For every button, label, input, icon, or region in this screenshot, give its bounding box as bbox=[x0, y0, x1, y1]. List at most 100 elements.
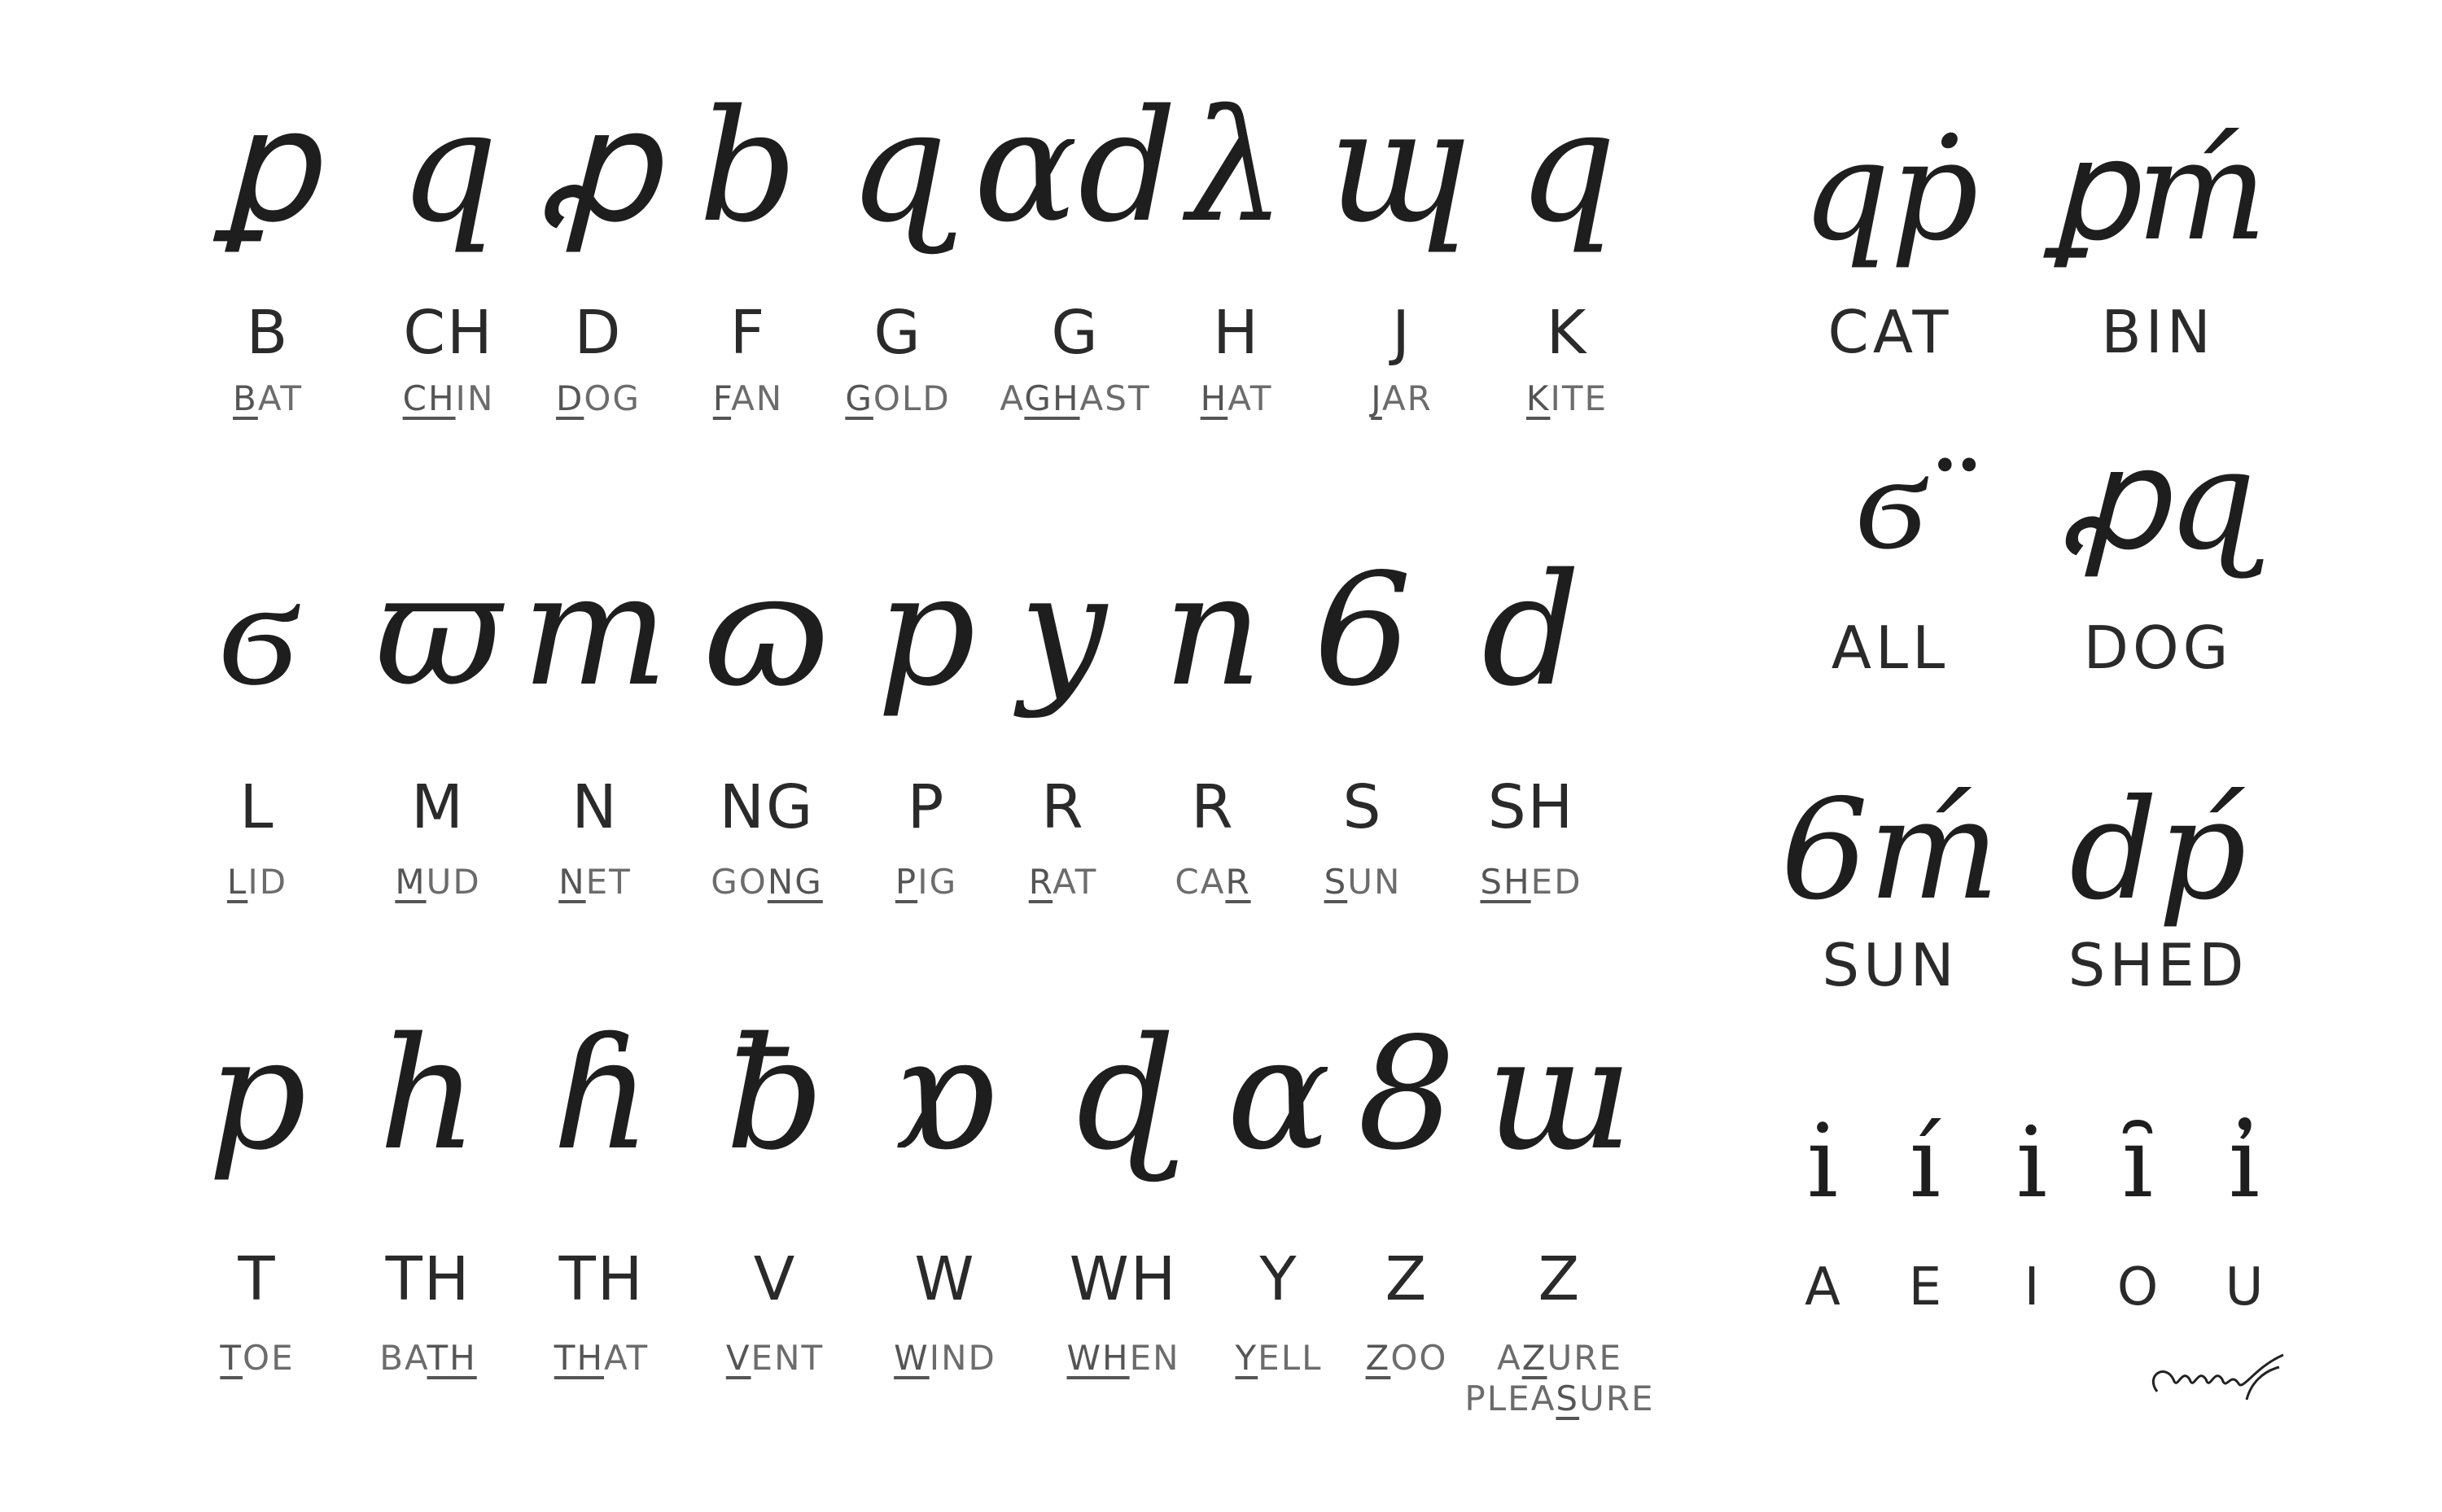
tengwar-glyph-m: ϖ bbox=[374, 540, 501, 720]
example-word: HAT bbox=[1200, 378, 1273, 418]
word-sound-underlined: TH bbox=[427, 1338, 477, 1378]
letter-label: WH bbox=[1069, 1244, 1178, 1314]
word-part: BA bbox=[379, 1338, 427, 1378]
vowel-glyph-i: i bbox=[2015, 1107, 2048, 1220]
vowel-letter: U bbox=[2225, 1257, 2264, 1318]
letter-label: H bbox=[1213, 298, 1260, 368]
word-part: AST bbox=[1079, 378, 1151, 418]
word-sound-underlined: F bbox=[712, 378, 732, 418]
example-word-all: ALL bbox=[1831, 614, 1950, 682]
letter-label: P bbox=[907, 772, 946, 842]
word-sound-underlined: N bbox=[558, 862, 586, 902]
letter-label: B bbox=[246, 298, 290, 368]
tengwar-glyph-h: λ bbox=[1187, 76, 1286, 256]
tengwar-glyph-l: ϭ bbox=[219, 540, 295, 720]
example-word: RAT bbox=[1028, 862, 1098, 902]
tengwar-glyph-k: q bbox=[1517, 76, 1617, 256]
tengwar-glyph-g: ɑd bbox=[974, 76, 1177, 256]
letter-label: M bbox=[411, 772, 465, 842]
letter-label: NG bbox=[719, 772, 815, 842]
example-word: CAR bbox=[1175, 862, 1250, 902]
word-sound-underlined: SH bbox=[1480, 862, 1531, 902]
tengwar-glyph-g: ɋ bbox=[848, 76, 947, 256]
word-sound-underlined: NG bbox=[767, 862, 823, 902]
example-word: LID bbox=[227, 862, 287, 902]
tengwar-glyph-j: ɰ bbox=[1328, 76, 1476, 256]
letter-label: L bbox=[239, 772, 275, 842]
letter-label: W bbox=[914, 1244, 976, 1314]
word-sound-underlined: T bbox=[220, 1338, 243, 1378]
word-part: URE bbox=[1579, 1379, 1655, 1418]
word-part: A bbox=[1000, 378, 1025, 418]
tengwar-glyph-th: ɦ bbox=[551, 1004, 652, 1184]
word-part: OE bbox=[243, 1338, 295, 1378]
tengwar-glyph-w: ɒ bbox=[892, 1004, 998, 1184]
word-sound-underlined: K bbox=[1525, 378, 1551, 418]
word-part: ED bbox=[1530, 862, 1582, 902]
example-glyph-shed: dṕ bbox=[2069, 770, 2247, 931]
letter-label: TH bbox=[385, 1244, 471, 1314]
letter-label: G bbox=[873, 298, 922, 368]
tengwar-glyph-sh: d bbox=[1481, 540, 1581, 720]
word-sound-underlined: G bbox=[845, 378, 873, 418]
vowel-glyph-e: í bbox=[1909, 1107, 1941, 1220]
example-word-shed: SHED bbox=[2068, 931, 2248, 999]
letter-label: F bbox=[729, 298, 767, 368]
letter-label: K bbox=[1546, 298, 1588, 368]
example-word-bin: BIN bbox=[2101, 298, 2215, 366]
word-part: CA bbox=[1175, 862, 1226, 902]
word-part: ENT bbox=[751, 1338, 825, 1378]
word-sound-underlined: B bbox=[233, 378, 258, 418]
example-word-dog: DOG bbox=[2083, 614, 2233, 682]
word-sound-underlined: P bbox=[895, 862, 918, 902]
word-sound-underlined: GH bbox=[1024, 378, 1080, 418]
example-word: JAR bbox=[1371, 378, 1433, 418]
example-word: FAN bbox=[712, 378, 783, 418]
word-sound-underlined: H bbox=[1200, 378, 1228, 418]
tengwar-glyph-b: ꝑ bbox=[218, 76, 317, 256]
word-part: OO bbox=[1390, 1338, 1448, 1378]
word-part: ELL bbox=[1258, 1338, 1323, 1378]
word-sound-underlined: Y bbox=[1235, 1338, 1258, 1378]
example-word: PLEASURE bbox=[1464, 1379, 1654, 1418]
word-part: ET bbox=[585, 862, 632, 902]
word-part: A bbox=[1497, 1338, 1522, 1378]
tengwar-glyph-th: h bbox=[378, 1004, 479, 1184]
tengwar-glyph-r: y bbox=[1019, 540, 1107, 720]
letter-label: J bbox=[1392, 298, 1411, 368]
letter-label: R bbox=[1041, 772, 1085, 842]
word-part: IG bbox=[917, 862, 958, 902]
example-word: ZOO bbox=[1366, 1338, 1448, 1378]
vowel-letter: A bbox=[1805, 1257, 1840, 1318]
tengwar-glyph-r: n bbox=[1162, 540, 1263, 720]
word-part: AT bbox=[257, 378, 303, 418]
word-part: ITE bbox=[1550, 378, 1608, 418]
letter-label: CH bbox=[403, 298, 494, 368]
letter-label: T bbox=[238, 1244, 277, 1314]
word-part: OG bbox=[584, 378, 641, 418]
tengwar-glyph-ng: ɷ bbox=[702, 540, 831, 720]
word-part: PLEA bbox=[1464, 1379, 1556, 1418]
example-word: NET bbox=[558, 862, 632, 902]
word-part: UD bbox=[426, 862, 481, 902]
letter-label: R bbox=[1191, 772, 1235, 842]
word-sound-underlined: J bbox=[1371, 378, 1382, 418]
word-sound-underlined: CH bbox=[402, 378, 456, 418]
letter-label: Z bbox=[1538, 1244, 1582, 1314]
example-word: THAT bbox=[554, 1338, 650, 1378]
letter-label: G bbox=[1051, 298, 1100, 368]
word-sound-underlined: R bbox=[1028, 862, 1053, 902]
example-word: GOLD bbox=[845, 378, 950, 418]
letter-label: D bbox=[574, 298, 623, 368]
word-part: AR bbox=[1381, 378, 1433, 418]
word-part: AT bbox=[604, 1338, 650, 1378]
word-part: AT bbox=[1053, 862, 1098, 902]
word-sound-underlined: S bbox=[1556, 1379, 1580, 1418]
tengwar-glyph-v: ƀ bbox=[725, 1004, 825, 1184]
tengwar-glyph-p: p bbox=[877, 540, 976, 720]
tengwar-glyph-t: p bbox=[208, 1004, 307, 1184]
vowel-letter: I bbox=[2024, 1257, 2040, 1318]
tengwar-glyph-z: 8 bbox=[1357, 1004, 1456, 1184]
vowel-letter: E bbox=[1908, 1257, 1942, 1318]
example-word: WHEN bbox=[1066, 1338, 1179, 1378]
